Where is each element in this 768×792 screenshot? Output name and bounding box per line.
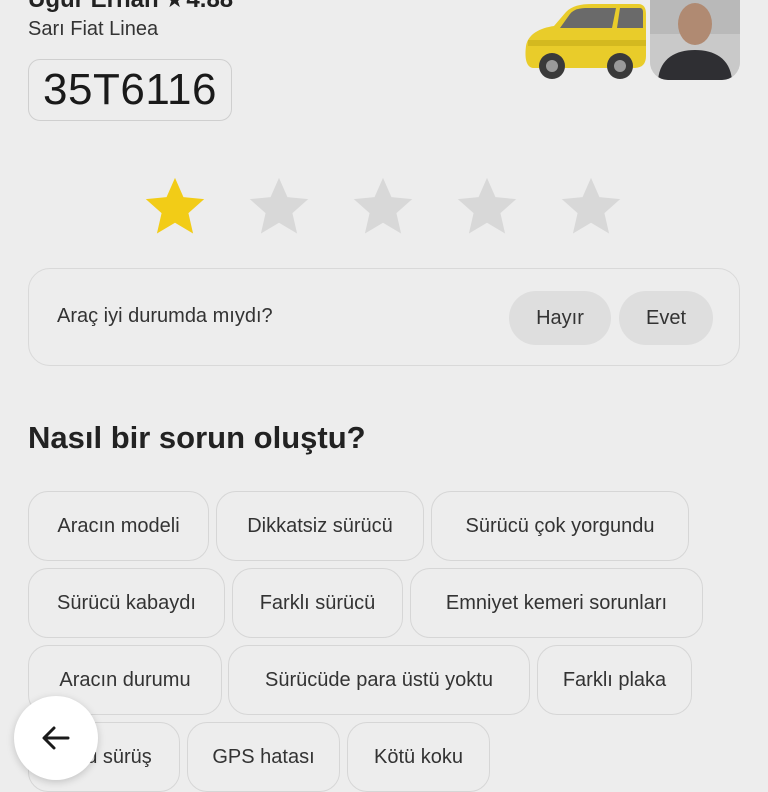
star-icon[interactable] <box>140 172 210 242</box>
rating-stars <box>140 172 630 242</box>
driver-photo-image <box>650 0 740 80</box>
yes-button[interactable]: Evet <box>619 291 713 345</box>
driver-name: Uğur Erhan <box>28 0 159 13</box>
star-icon[interactable] <box>556 172 626 242</box>
problem-chip[interactable]: Dikkatsiz sürücü <box>216 491 424 561</box>
back-button[interactable] <box>14 696 98 780</box>
problem-chip[interactable]: Farklı sürücü <box>232 568 403 638</box>
driver-avatar <box>650 0 740 80</box>
problem-chip[interactable]: Sürücü kabaydı <box>28 568 225 638</box>
problems-title: Nasıl bir sorun oluştu? <box>28 420 366 455</box>
star-icon[interactable] <box>452 172 522 242</box>
arrow-left-icon <box>42 726 70 750</box>
no-button[interactable]: Hayır <box>509 291 611 345</box>
problem-chip[interactable]: Kötü koku <box>347 722 490 792</box>
problem-chip[interactable]: Aracın modeli <box>28 491 209 561</box>
problem-chip[interactable]: Sürücü çok yorgundu <box>431 491 689 561</box>
car-condition-question: Araç iyi durumda mıydı? <box>57 305 273 327</box>
problem-chip[interactable]: Sürücüde para üstü yoktu <box>228 645 530 715</box>
star-icon[interactable] <box>348 172 418 242</box>
car-condition-card: Araç iyi durumda mıydı? Hayır Evet <box>28 268 740 366</box>
driver-name-rating: Uğur Erhan ★4.88 <box>28 0 233 14</box>
problem-chip[interactable]: Emniyet kemeri sorunları <box>410 568 703 638</box>
car-description: Sarı Fiat Linea <box>28 18 159 40</box>
license-plate: 35T6116 <box>28 59 232 121</box>
driver-rating: 4.88 <box>186 0 233 13</box>
driver-rating-star-icon: ★ <box>165 0 185 12</box>
star-icon[interactable] <box>244 172 314 242</box>
problem-chip[interactable]: GPS hatası <box>187 722 340 792</box>
yellow-car-illustration <box>525 4 646 79</box>
problem-chip[interactable]: Farklı plaka <box>537 645 692 715</box>
